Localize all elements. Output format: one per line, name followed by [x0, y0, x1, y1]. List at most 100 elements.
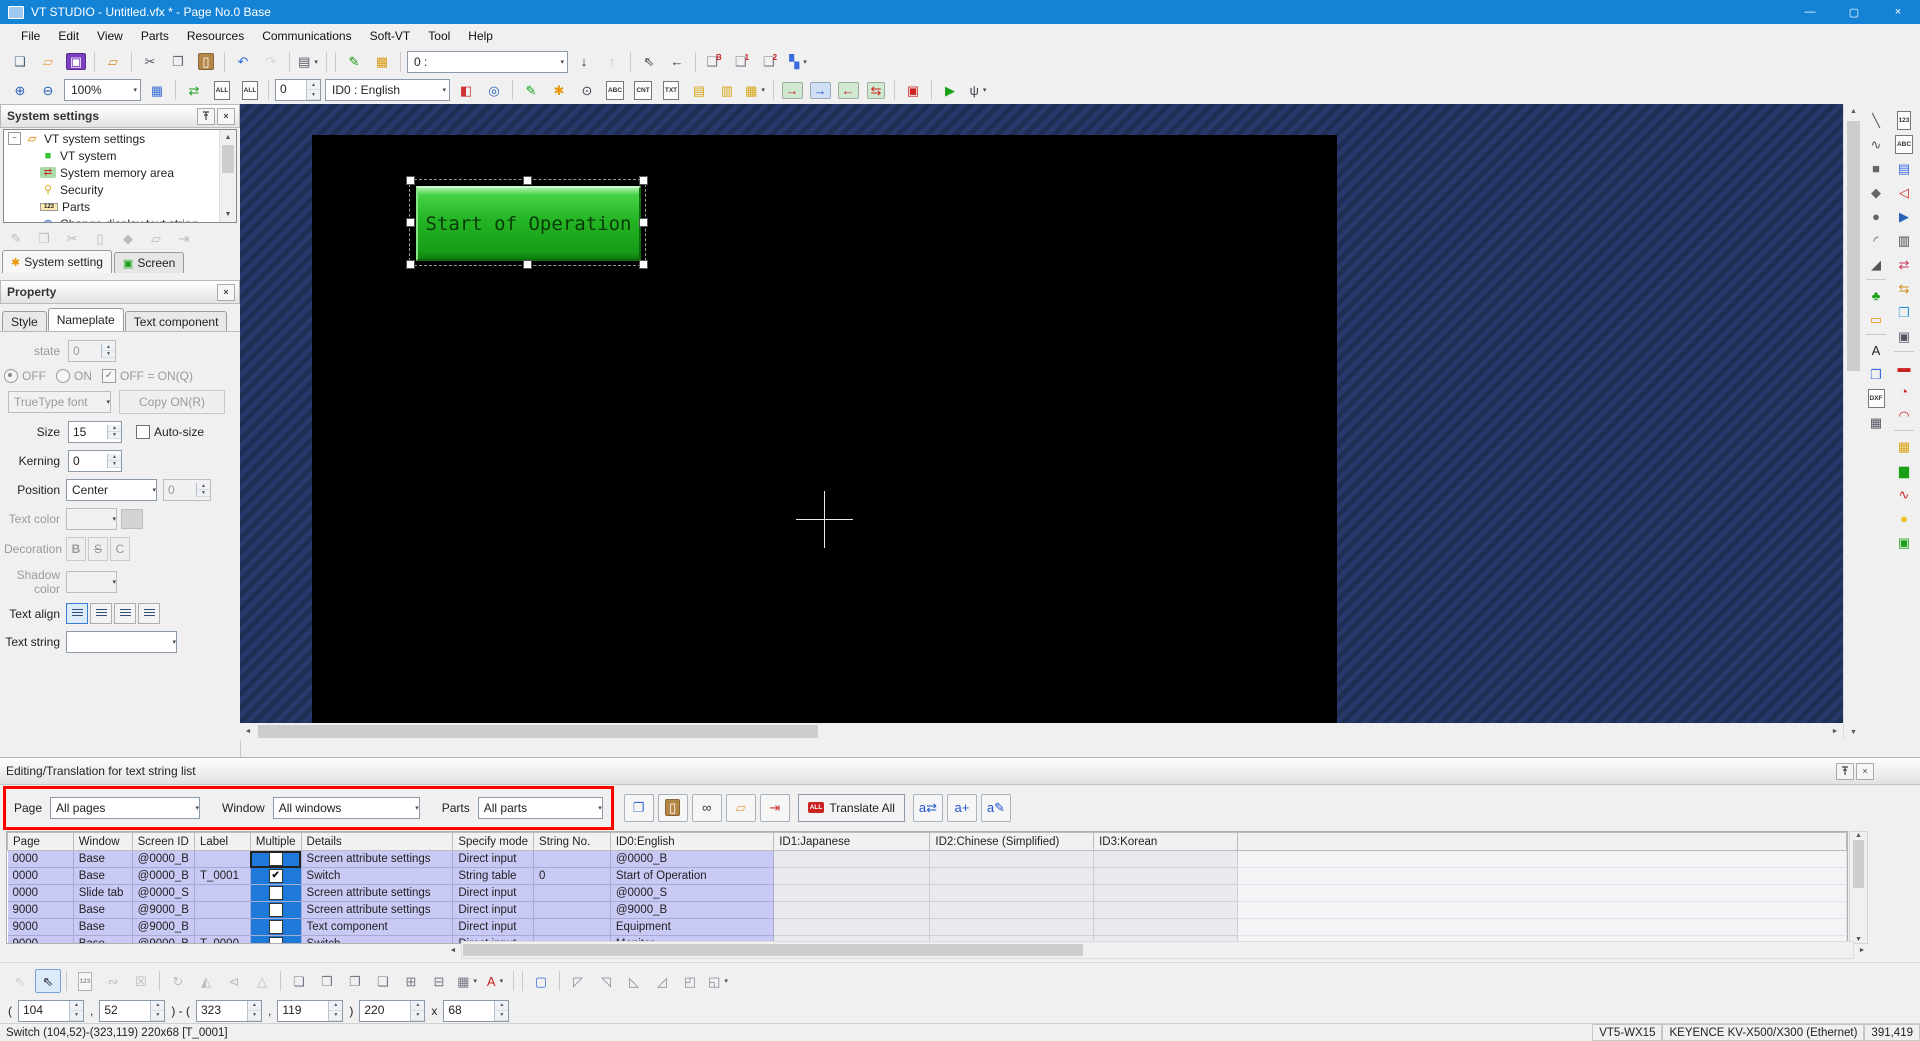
verify-icon[interactable]: ⇆: [863, 78, 889, 102]
pin-icon[interactable]: [1836, 763, 1854, 780]
font-type-select[interactable]: TrueType font▾: [8, 391, 111, 413]
retranslate-icon[interactable]: a⇄: [913, 794, 943, 822]
align-right-button[interactable]: [114, 603, 136, 624]
cell-label[interactable]: [194, 885, 250, 902]
text-string-select[interactable]: ▾: [66, 631, 177, 653]
cell-id2[interactable]: [930, 851, 1094, 868]
shadow-color-select[interactable]: ▾: [66, 571, 117, 593]
multiple-checkbox-cell[interactable]: [250, 851, 301, 868]
table-row[interactable]: 9000Base@9000_BScreen attribute settings…: [8, 902, 1847, 919]
open-file-icon[interactable]: ▱: [35, 50, 61, 74]
overlap-base-icon[interactable]: ❑B: [701, 50, 727, 74]
library-doc-icon[interactable]: ▤: [686, 78, 712, 102]
checkbox-unchecked[interactable]: [269, 886, 283, 900]
add-translation-icon[interactable]: a+: [947, 794, 977, 822]
export-icon[interactable]: ▱: [726, 794, 756, 822]
find-parts-icon[interactable]: ⊙: [574, 78, 600, 102]
align-justify-button[interactable]: [138, 603, 160, 624]
group-icon[interactable]: ⊞: [398, 969, 424, 993]
close-icon[interactable]: ×: [217, 284, 235, 301]
cell-id0[interactable]: @0000_S: [610, 885, 773, 902]
window-filter-select[interactable]: All windows▾: [273, 797, 420, 819]
cursor-icon[interactable]: ⇖: [35, 969, 61, 993]
cell-id0[interactable]: @9000_B: [610, 902, 773, 919]
abc-icon[interactable]: ABC: [602, 78, 628, 102]
column-header-id2-chinese-simplified-[interactable]: ID2:Chinese (Simplified): [930, 833, 1094, 851]
multiple-checkbox-cell[interactable]: ✔: [250, 868, 301, 885]
selection-handle[interactable]: [639, 176, 648, 185]
numeric-display-icon[interactable]: 123: [1892, 109, 1916, 131]
cut-icon[interactable]: ✂: [137, 50, 163, 74]
parts-gear-icon[interactable]: ✱: [546, 78, 572, 102]
table-v-scrollbar[interactable]: ▲ ▼: [1849, 831, 1868, 944]
cell-id2[interactable]: [930, 868, 1094, 885]
scroll-left-icon[interactable]: ◄: [445, 947, 461, 954]
cell-id3[interactable]: [1094, 851, 1238, 868]
rectangle-icon[interactable]: ■: [1864, 157, 1888, 179]
size-spinner[interactable]: 15 ▲▼: [68, 421, 122, 443]
cell-specify_mode[interactable]: Direct input: [453, 902, 534, 919]
cell-specify_mode[interactable]: Direct input: [453, 851, 534, 868]
select-top-right-icon[interactable]: ◹: [593, 969, 619, 993]
monitor-icon[interactable]: ▣: [900, 78, 926, 102]
list-display-icon[interactable]: ▤: [1892, 157, 1916, 179]
close-icon[interactable]: ×: [1856, 763, 1874, 780]
cell-id2[interactable]: [930, 919, 1094, 936]
translate-all-button[interactable]: ALL Translate All: [798, 794, 905, 822]
copy-on-button[interactable]: Copy ON(R): [119, 390, 225, 414]
cell-id1[interactable]: [774, 885, 930, 902]
collapse-icon[interactable]: −: [8, 132, 21, 145]
cell-details[interactable]: Screen attribute settings: [301, 902, 453, 919]
column-header-id0-english[interactable]: ID0:English: [610, 833, 773, 851]
send-backward-icon[interactable]: ❑: [370, 969, 396, 993]
export-icon[interactable]: ▱: [143, 226, 169, 250]
cell-string_no[interactable]: [534, 902, 611, 919]
touch-switch-icon[interactable]: ▣: [1892, 531, 1916, 553]
menu-edit[interactable]: Edit: [49, 26, 88, 46]
cell-string_no[interactable]: [534, 885, 611, 902]
select-region-icon[interactable]: ◰: [677, 969, 703, 993]
selection-handle[interactable]: [639, 218, 648, 227]
cell-screen_id[interactable]: @9000_B: [132, 919, 194, 936]
checkbox-checked[interactable]: ✔: [269, 869, 283, 883]
menu-view[interactable]: View: [88, 26, 132, 46]
height-spinner[interactable]: 68▲▼: [443, 1000, 509, 1022]
bar-meter-icon[interactable]: ▬: [1892, 356, 1916, 378]
column-header-label[interactable]: Label: [194, 833, 250, 851]
polyline-icon[interactable]: ∿: [1864, 133, 1888, 155]
scroll-down-icon[interactable]: ▼: [220, 207, 236, 222]
state-spinner[interactable]: 0 ▲▼: [68, 340, 116, 362]
overlap-2-icon[interactable]: ❑2: [757, 50, 783, 74]
buzzer-icon[interactable]: ◁: [1892, 181, 1916, 203]
select-page-icon[interactable]: ⇖: [636, 50, 662, 74]
prev-page-icon[interactable]: ↑: [599, 50, 625, 74]
language-combobox[interactable]: ID0 : English▾: [325, 79, 450, 101]
cell-screen_id[interactable]: @0000_B: [132, 868, 194, 885]
tree-item-security[interactable]: ⚲Security: [4, 181, 236, 198]
edit-icon[interactable]: ✎: [3, 226, 29, 250]
rotate-icon[interactable]: ↻: [165, 969, 191, 993]
sector-icon[interactable]: ◢: [1864, 253, 1888, 275]
scroll-up-icon[interactable]: ▲: [220, 130, 236, 145]
cell-id3[interactable]: [1094, 868, 1238, 885]
vt-screen[interactable]: Start of Operation: [312, 135, 1337, 738]
text-color-select[interactable]: ▾: [66, 508, 117, 530]
text-display-icon[interactable]: ABC: [1892, 133, 1916, 155]
line-icon[interactable]: ╲: [1864, 109, 1888, 131]
bring-forward-icon[interactable]: ❐: [342, 969, 368, 993]
dial-icon[interactable]: ◠: [1892, 404, 1916, 426]
canvas[interactable]: Start of Operation ◄ ►: [240, 104, 1843, 740]
auto-size-checkbox[interactable]: Auto-size: [136, 425, 204, 439]
cell-window[interactable]: Base: [73, 919, 132, 936]
on-radio[interactable]: ON: [56, 369, 92, 383]
tab-text-component[interactable]: Text component: [125, 311, 228, 331]
delete-parts-icon[interactable]: ☒: [128, 969, 154, 993]
cell-page[interactable]: 0000: [8, 885, 74, 902]
cell-id3[interactable]: [1094, 902, 1238, 919]
cell-label[interactable]: [194, 902, 250, 919]
column-header-window[interactable]: Window: [73, 833, 132, 851]
ellipse-icon[interactable]: ●: [1864, 205, 1888, 227]
checkbox-unchecked[interactable]: [269, 920, 283, 934]
bring-to-front-icon[interactable]: ❏: [286, 969, 312, 993]
column-header-details[interactable]: Details: [301, 833, 453, 851]
